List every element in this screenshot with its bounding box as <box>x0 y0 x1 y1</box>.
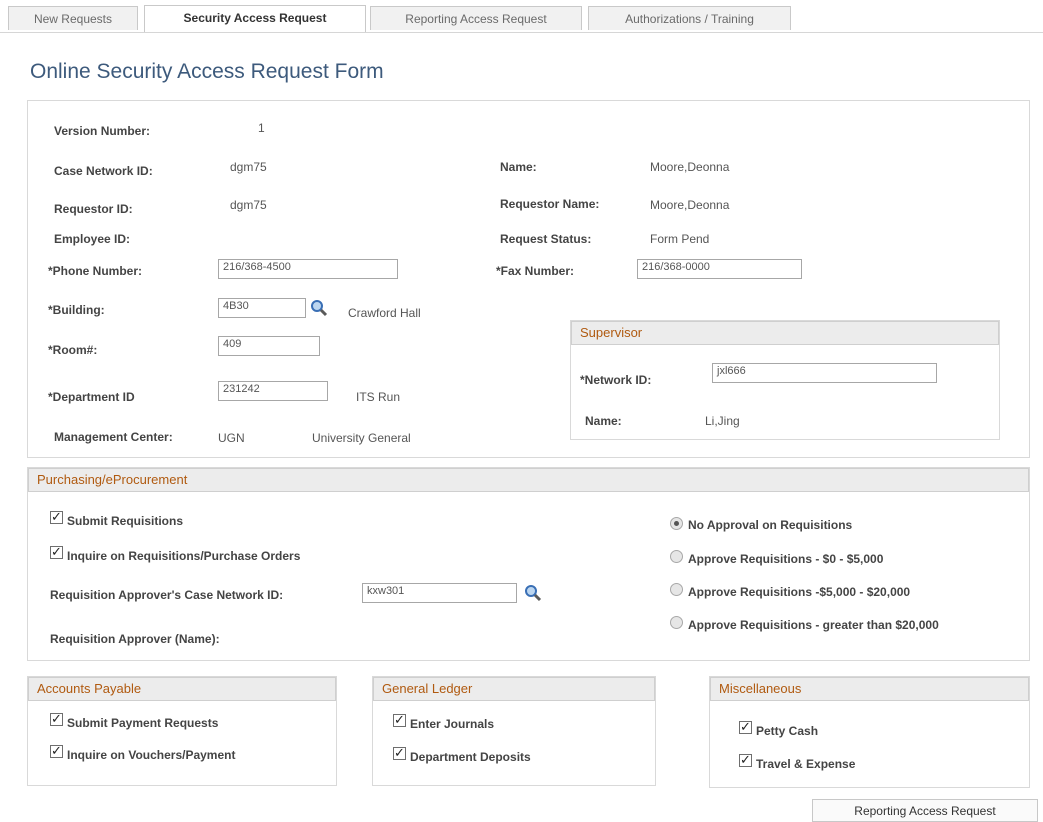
inquire-vouchers-label: Inquire on Vouchers/Payment <box>67 748 236 762</box>
enter-journals-label: Enter Journals <box>410 717 495 731</box>
purchasing-header: Purchasing/eProcurement <box>28 468 1029 492</box>
radio-approve-0-5000-label: Approve Requisitions - $0 - $5,000 <box>688 552 884 566</box>
radio-approve-0-5000[interactable] <box>670 550 683 563</box>
inquire-vouchers-checkbox[interactable]: ✓ <box>50 744 63 758</box>
inquire-requisitions-label: Inquire on Requisitions/Purchase Orders <box>67 549 301 563</box>
tab-reporting-access-request[interactable]: Reporting Access Request <box>370 6 582 30</box>
travel-expense-checkbox[interactable]: ✓ <box>739 753 752 767</box>
phone-input[interactable]: 216/368-4500 <box>218 259 398 279</box>
accounts-payable-header: Accounts Payable <box>28 677 336 701</box>
approver-id-input[interactable]: kxw301 <box>362 583 517 603</box>
building-label: *Building: <box>48 303 105 317</box>
case-network-id-label: Case Network ID: <box>54 164 153 178</box>
requestor-id-label: Requestor ID: <box>54 202 133 216</box>
name-label: Name: <box>500 160 537 174</box>
approver-id-label: Requisition Approver's Case Network ID: <box>50 588 284 602</box>
phone-label: *Phone Number: <box>48 264 143 278</box>
supervisor-header: Supervisor <box>571 321 999 345</box>
department-id-label: *Department ID <box>48 390 135 404</box>
tab-authorizations-training[interactable]: Authorizations / Training <box>588 6 791 30</box>
requestor-id-value: dgm75 <box>230 198 267 212</box>
submit-payment-requests-checkbox[interactable]: ✓ <box>50 712 63 726</box>
submit-payment-requests-label: Submit Payment Requests <box>67 716 219 730</box>
supervisor-name-label: Name: <box>585 414 622 428</box>
tab-security-access-request[interactable]: Security Access Request <box>144 5 366 32</box>
radio-approve-over-20000[interactable] <box>670 616 683 629</box>
case-network-id-value: dgm75 <box>230 160 267 174</box>
submit-requisitions-checkbox[interactable]: ✓ <box>50 510 63 524</box>
page-title: Online Security Access Request Form <box>30 60 384 83</box>
management-center-label: Management Center: <box>54 430 173 444</box>
enter-journals-checkbox[interactable]: ✓ <box>393 713 406 727</box>
radio-no-approval-label: No Approval on Requisitions <box>688 518 853 532</box>
tab-new-requests[interactable]: New Requests <box>8 6 138 30</box>
fax-input[interactable]: 216/368-0000 <box>637 259 802 279</box>
tab-divider <box>0 32 1043 33</box>
department-id-input[interactable]: 231242 <box>218 381 328 401</box>
building-name: Crawford Hall <box>348 306 421 320</box>
radio-no-approval[interactable] <box>670 517 683 530</box>
supervisor-network-id-input[interactable]: jxl666 <box>712 363 937 383</box>
management-center-name: University General <box>312 431 411 445</box>
department-deposits-checkbox[interactable]: ✓ <box>393 746 406 760</box>
requestor-name-value: Moore,Deonna <box>650 198 730 212</box>
petty-cash-checkbox[interactable]: ✓ <box>739 720 752 734</box>
submit-requisitions-label: Submit Requisitions <box>67 514 184 528</box>
radio-approve-5000-20000-label: Approve Requisitions -$5,000 - $20,000 <box>688 585 911 599</box>
approver-lookup-icon[interactable] <box>524 584 542 602</box>
approver-name-label: Requisition Approver (Name): <box>50 632 220 646</box>
requestor-name-label: Requestor Name: <box>500 197 600 211</box>
version-label: Version Number: <box>54 124 151 138</box>
request-status-label: Request Status: <box>500 232 592 246</box>
miscellaneous-header: Miscellaneous <box>710 677 1029 701</box>
version-value: 1 <box>258 121 265 135</box>
fax-label: *Fax Number: <box>496 264 575 278</box>
request-status-value: Form Pend <box>650 232 710 246</box>
travel-expense-label: Travel & Expense <box>756 757 856 771</box>
building-input[interactable]: 4B30 <box>218 298 306 318</box>
department-name: ITS Run <box>356 390 401 404</box>
room-input[interactable]: 409 <box>218 336 320 356</box>
petty-cash-label: Petty Cash <box>756 724 819 738</box>
radio-approve-over-20000-label: Approve Requisitions - greater than $20,… <box>688 618 939 632</box>
general-ledger-header: General Ledger <box>373 677 655 701</box>
inquire-requisitions-checkbox[interactable]: ✓ <box>50 545 63 559</box>
management-center-code: UGN <box>218 431 245 445</box>
building-lookup-icon[interactable] <box>310 299 328 317</box>
radio-approve-5000-20000[interactable] <box>670 583 683 596</box>
supervisor-network-id-label: *Network ID: <box>580 373 652 387</box>
room-label: *Room#: <box>48 343 98 357</box>
reporting-access-request-button[interactable]: Reporting Access Request <box>812 799 1038 822</box>
department-deposits-label: Department Deposits <box>410 750 531 764</box>
employee-id-label: Employee ID: <box>54 232 131 246</box>
name-value: Moore,Deonna <box>650 160 730 174</box>
supervisor-name-value: Li,Jing <box>705 414 740 428</box>
